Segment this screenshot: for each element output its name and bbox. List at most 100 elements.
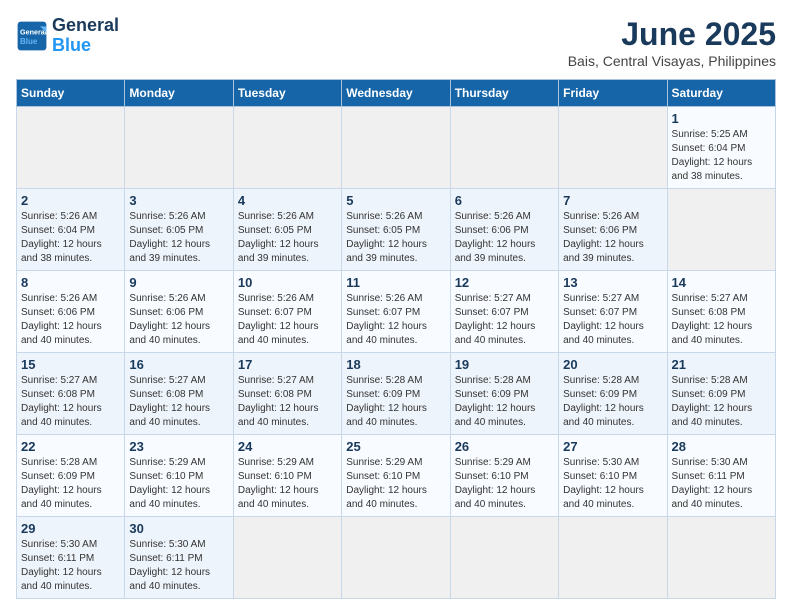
day-number: 25 [346, 439, 445, 454]
day-header-monday: Monday [125, 80, 233, 107]
day-info: Sunrise: 5:26 AM Sunset: 6:07 PM Dayligh… [346, 292, 445, 348]
day-number: 1 [672, 111, 771, 126]
day-number: 22 [21, 439, 120, 454]
day-info: Sunrise: 5:30 AM Sunset: 6:11 PM Dayligh… [672, 456, 771, 512]
day-number: 4 [238, 193, 337, 208]
day-number: 21 [672, 357, 771, 372]
calendar-cell: 5Sunrise: 5:26 AM Sunset: 6:05 PM Daylig… [342, 189, 450, 271]
day-info: Sunrise: 5:28 AM Sunset: 6:09 PM Dayligh… [455, 374, 554, 430]
calendar-cell [667, 189, 775, 271]
calendar-cell [559, 517, 667, 599]
calendar-cell [342, 107, 450, 189]
subtitle: Bais, Central Visayas, Philippines [568, 53, 776, 69]
day-number: 14 [672, 275, 771, 290]
day-number: 23 [129, 439, 228, 454]
title-area: June 2025 Bais, Central Visayas, Philipp… [568, 16, 776, 69]
day-number: 26 [455, 439, 554, 454]
calendar-cell: 19 Sunrise: 5:28 AM Sunset: 6:09 PM Dayli… [450, 353, 558, 435]
day-info: Sunrise: 5:28 AM Sunset: 6:09 PM Dayligh… [563, 374, 662, 430]
day-number: 6 [455, 193, 554, 208]
week-row-3: 8 Sunrise: 5:26 AM Sunset: 6:06 PM Daylig… [17, 271, 776, 353]
day-header-friday: Friday [559, 80, 667, 107]
logo-line1: General [52, 16, 119, 36]
calendar-cell [125, 107, 233, 189]
day-header-tuesday: Tuesday [233, 80, 341, 107]
day-number: 10 [238, 275, 337, 290]
day-info: Sunrise: 5:29 AM Sunset: 6:10 PM Dayligh… [455, 456, 554, 512]
day-number: 17 [238, 357, 337, 372]
day-info: Sunrise: 5:28 AM Sunset: 6:09 PM Dayligh… [672, 374, 771, 430]
day-number: 7 [563, 193, 662, 208]
day-info: Sunrise: 5:26 AM Sunset: 6:05 PM Dayligh… [129, 210, 228, 266]
calendar-cell: 3Sunrise: 5:26 AM Sunset: 6:05 PM Daylig… [125, 189, 233, 271]
day-info: Sunrise: 5:26 AM Sunset: 6:06 PM Dayligh… [129, 292, 228, 348]
calendar-cell: 14 Sunrise: 5:27 AM Sunset: 6:08 PM Dayli… [667, 271, 775, 353]
week-row-4: 15 Sunrise: 5:27 AM Sunset: 6:08 PM Dayli… [17, 353, 776, 435]
day-number: 27 [563, 439, 662, 454]
calendar-cell [233, 107, 341, 189]
day-header-sunday: Sunday [17, 80, 125, 107]
calendar-cell: 23 Sunrise: 5:29 AM Sunset: 6:10 PM Dayli… [125, 435, 233, 517]
day-info: Sunrise: 5:30 AM Sunset: 6:10 PM Dayligh… [563, 456, 662, 512]
calendar-cell: 20 Sunrise: 5:28 AM Sunset: 6:09 PM Dayli… [559, 353, 667, 435]
calendar-cell [450, 107, 558, 189]
day-number: 16 [129, 357, 228, 372]
day-info: Sunrise: 5:30 AM Sunset: 6:11 PM Dayligh… [129, 538, 228, 594]
day-info: Sunrise: 5:25 AM Sunset: 6:04 PM Dayligh… [672, 128, 771, 184]
day-header-thursday: Thursday [450, 80, 558, 107]
day-info: Sunrise: 5:28 AM Sunset: 6:09 PM Dayligh… [346, 374, 445, 430]
day-number: 20 [563, 357, 662, 372]
day-number: 19 [455, 357, 554, 372]
day-info: Sunrise: 5:26 AM Sunset: 6:06 PM Dayligh… [563, 210, 662, 266]
day-number: 28 [672, 439, 771, 454]
calendar-cell [17, 107, 125, 189]
calendar-cell: 13 Sunrise: 5:27 AM Sunset: 6:07 PM Dayli… [559, 271, 667, 353]
day-info: Sunrise: 5:29 AM Sunset: 6:10 PM Dayligh… [346, 456, 445, 512]
calendar-cell: 28 Sunrise: 5:30 AM Sunset: 6:11 PM Dayli… [667, 435, 775, 517]
calendar-cell: 1 Sunrise: 5:25 AM Sunset: 6:04 PM Daylig… [667, 107, 775, 189]
calendar-cell [450, 517, 558, 599]
day-info: Sunrise: 5:26 AM Sunset: 6:06 PM Dayligh… [21, 292, 120, 348]
week-row-5: 22Sunrise: 5:28 AM Sunset: 6:09 PM Dayli… [17, 435, 776, 517]
calendar-cell: 21 Sunrise: 5:28 AM Sunset: 6:09 PM Dayli… [667, 353, 775, 435]
calendar-table: SundayMondayTuesdayWednesdayThursdayFrid… [16, 79, 776, 599]
calendar-cell: 9 Sunrise: 5:26 AM Sunset: 6:06 PM Daylig… [125, 271, 233, 353]
day-number: 29 [21, 521, 120, 536]
calendar-cell: 17 Sunrise: 5:27 AM Sunset: 6:08 PM Dayli… [233, 353, 341, 435]
day-info: Sunrise: 5:27 AM Sunset: 6:07 PM Dayligh… [563, 292, 662, 348]
day-header-saturday: Saturday [667, 80, 775, 107]
calendar-cell: 18Sunrise: 5:28 AM Sunset: 6:09 PM Dayli… [342, 353, 450, 435]
svg-text:Blue: Blue [20, 37, 38, 46]
day-info: Sunrise: 5:26 AM Sunset: 6:04 PM Dayligh… [21, 210, 120, 266]
day-number: 13 [563, 275, 662, 290]
logo-text: General Blue [52, 16, 119, 56]
header-row: SundayMondayTuesdayWednesdayThursdayFrid… [17, 80, 776, 107]
day-number: 15 [21, 357, 120, 372]
day-number: 9 [129, 275, 228, 290]
day-number: 12 [455, 275, 554, 290]
day-info: Sunrise: 5:26 AM Sunset: 6:06 PM Dayligh… [455, 210, 554, 266]
main-title: June 2025 [568, 16, 776, 53]
header: General Blue General Blue June 2025 Bais… [16, 16, 776, 69]
calendar-cell: 15 Sunrise: 5:27 AM Sunset: 6:08 PM Dayli… [17, 353, 125, 435]
day-number: 11 [346, 275, 445, 290]
calendar-cell: 7 Sunrise: 5:26 AM Sunset: 6:06 PM Daylig… [559, 189, 667, 271]
calendar-cell: 12Sunrise: 5:27 AM Sunset: 6:07 PM Dayli… [450, 271, 558, 353]
day-info: Sunrise: 5:27 AM Sunset: 6:08 PM Dayligh… [672, 292, 771, 348]
calendar-cell [233, 517, 341, 599]
day-number: 8 [21, 275, 120, 290]
day-info: Sunrise: 5:27 AM Sunset: 6:08 PM Dayligh… [21, 374, 120, 430]
logo-line2: Blue [52, 36, 119, 56]
calendar-cell: 10Sunrise: 5:26 AM Sunset: 6:07 PM Dayli… [233, 271, 341, 353]
week-row-1: 1 Sunrise: 5:25 AM Sunset: 6:04 PM Daylig… [17, 107, 776, 189]
calendar-cell: 24Sunrise: 5:29 AM Sunset: 6:10 PM Dayli… [233, 435, 341, 517]
day-info: Sunrise: 5:26 AM Sunset: 6:05 PM Dayligh… [238, 210, 337, 266]
day-info: Sunrise: 5:29 AM Sunset: 6:10 PM Dayligh… [129, 456, 228, 512]
calendar-cell [559, 107, 667, 189]
day-info: Sunrise: 5:30 AM Sunset: 6:11 PM Dayligh… [21, 538, 120, 594]
day-number: 30 [129, 521, 228, 536]
calendar-cell: 2Sunrise: 5:26 AM Sunset: 6:04 PM Daylig… [17, 189, 125, 271]
day-header-wednesday: Wednesday [342, 80, 450, 107]
day-info: Sunrise: 5:27 AM Sunset: 6:08 PM Dayligh… [238, 374, 337, 430]
calendar-cell: 11 Sunrise: 5:26 AM Sunset: 6:07 PM Dayli… [342, 271, 450, 353]
